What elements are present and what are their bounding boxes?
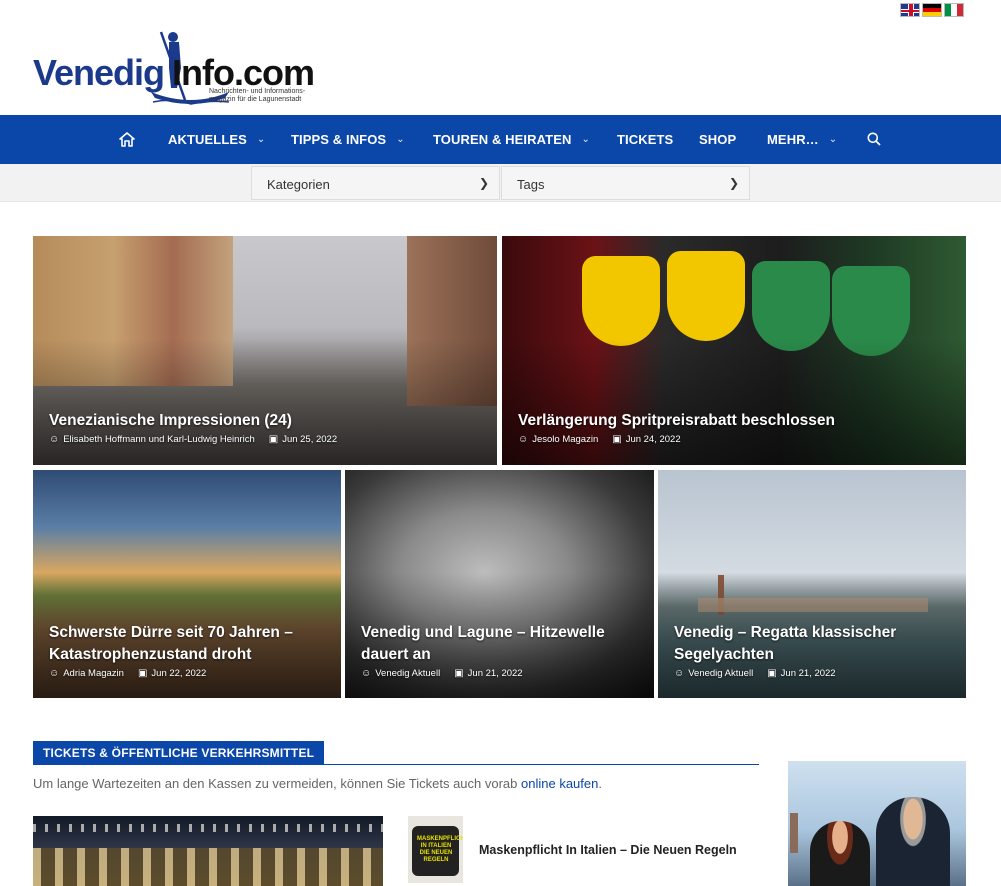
nav-label: TIPPS & INFOS bbox=[291, 132, 387, 147]
site-logo[interactable]: Venedig Info.com Nachrichten- und Informa… bbox=[33, 30, 328, 108]
calendar-icon: ▣ bbox=[767, 668, 777, 679]
user-icon: ☺ bbox=[49, 434, 60, 445]
chevron-down-icon: ❯ bbox=[478, 176, 489, 190]
nav-item-tickets[interactable]: TICKETS bbox=[617, 132, 673, 147]
article-meta: ☺ Adria Magazin ▣ Jun 22, 2022 bbox=[49, 668, 206, 679]
article-date: Jun 24, 2022 bbox=[625, 434, 681, 445]
article-title-line: Katastrophenzustand droht bbox=[49, 646, 252, 663]
featured-card[interactable]: Venedig und Lagune – Hitzewelle dauert a… bbox=[345, 470, 654, 698]
calendar-icon: ▣ bbox=[137, 668, 148, 679]
nav-label: AKTUELLES bbox=[168, 132, 247, 147]
featured-card[interactable]: Venedig – Regatta klassischer Segelyacht… bbox=[658, 470, 966, 698]
tagline-line-1: Nachrichten- und Informations- bbox=[209, 88, 306, 95]
featured-card[interactable]: Venezianische Impressionen (24) ☺ Elisabe… bbox=[33, 236, 497, 465]
article-date: Jun 21, 2022 bbox=[467, 668, 523, 679]
article-title[interactable]: Schwerste Dürre seit 70 Jahren – Katastr… bbox=[49, 622, 293, 666]
article-title[interactable]: Venedig und Lagune – Hitzewelle dauert a… bbox=[361, 622, 605, 666]
german-flag-icon[interactable] bbox=[922, 3, 942, 17]
article-title-line: Venedig – Regatta klassischer bbox=[674, 624, 897, 641]
calendar-icon: ▣ bbox=[268, 434, 279, 445]
chevron-down-icon: ⌄ bbox=[581, 134, 590, 145]
article-title-line: Venedig und Lagune – Hitzewelle bbox=[361, 624, 605, 641]
nav-item-tipps-infos[interactable]: TIPPS & INFOS ⌄ bbox=[291, 132, 405, 147]
logo-tagline: Nachrichten- und Informations- magazin f… bbox=[209, 88, 329, 104]
masks-article-thumbnail[interactable]: MASKENPFLICHT IN ITALIEN DIE NEUEN REGEL… bbox=[408, 816, 463, 883]
article-meta: ☺ Elisabeth Hoffmann und Karl-Ludwig Hein… bbox=[49, 434, 337, 445]
online-kaufen-link[interactable]: online kaufen bbox=[521, 776, 598, 791]
logo-name: Venedig bbox=[33, 52, 165, 93]
intro-end: . bbox=[598, 776, 602, 791]
logo-domain: Info.com bbox=[172, 52, 315, 93]
article-author[interactable]: Elisabeth Hoffmann und Karl-Ludwig Heinr… bbox=[63, 434, 255, 445]
article-meta: ☺ Venedig Aktuell ▣ Jun 21, 2022 bbox=[674, 668, 836, 679]
nav-item-mehr[interactable]: MEHR… ⌄ bbox=[767, 132, 837, 147]
article-title-line: dauert an bbox=[361, 646, 431, 663]
user-icon: ☺ bbox=[49, 668, 60, 679]
chevron-down-icon: ⌄ bbox=[396, 134, 405, 145]
article-title[interactable]: Venedig – Regatta klassischer Segelyacht… bbox=[674, 622, 896, 666]
search-icon[interactable] bbox=[867, 132, 881, 146]
user-icon: ☺ bbox=[361, 668, 372, 679]
featured-card[interactable]: Schwerste Dürre seit 70 Jahren – Katastr… bbox=[33, 470, 341, 698]
intro-text: Um lange Wartezeiten an den Kassen zu ve… bbox=[33, 776, 522, 791]
thumbnail-text-line: REGELN bbox=[423, 857, 449, 863]
section-intro: Um lange Wartezeiten an den Kassen zu ve… bbox=[33, 776, 602, 791]
thumbnail-text-line: IN ITALIEN bbox=[420, 843, 452, 849]
article-meta: ☺ Jesolo Magazin ▣ Jun 24, 2022 bbox=[518, 434, 681, 445]
filter-bar: Kategorien ❯ Tags ❯ bbox=[0, 164, 1001, 202]
article-author[interactable]: Jesolo Magazin bbox=[532, 434, 598, 445]
categories-select[interactable]: Kategorien ❯ bbox=[251, 166, 500, 200]
nav-label: MEHR… bbox=[767, 132, 819, 147]
thumbnail-text-line: MASKENPFLICHT bbox=[417, 836, 463, 842]
italian-flag-icon[interactable] bbox=[944, 3, 964, 17]
article-title[interactable]: Venezianische Impressionen (24) bbox=[49, 410, 292, 432]
chevron-down-icon: ⌄ bbox=[828, 134, 838, 145]
categories-select-label: Kategorien bbox=[267, 177, 330, 192]
nav-item-shop[interactable]: SHOP bbox=[699, 132, 736, 147]
section-title: TICKETS & ÖFFENTLICHE VERKEHRSMITTEL bbox=[33, 741, 325, 765]
article-date: Jun 21, 2022 bbox=[780, 668, 836, 679]
article-title[interactable]: Verlängerung Spritpreisrabatt beschlosse… bbox=[518, 410, 835, 432]
article-author[interactable]: Adria Magazin bbox=[63, 668, 124, 679]
tags-select-label: Tags bbox=[517, 177, 545, 192]
section-header: TICKETS & ÖFFENTLICHE VERKEHRSMITTEL bbox=[33, 741, 759, 765]
article-title-line: Segelyachten bbox=[674, 646, 774, 663]
thumbnail-text: MASKENPFLICHT IN ITALIEN DIE NEUEN REGEL… bbox=[417, 836, 463, 864]
article-meta: ☺ Venedig Aktuell ▣ Jun 21, 2022 bbox=[361, 668, 523, 679]
nav-label: SHOP bbox=[699, 132, 737, 147]
main-navigation: AKTUELLES ⌄ TIPPS & INFOS ⌄ TOUREN & HEIRA… bbox=[0, 115, 1001, 164]
article-date: Jun 25, 2022 bbox=[282, 434, 338, 445]
nav-label: TOUREN & HEIRATEN bbox=[433, 132, 572, 147]
nav-item-aktuelles[interactable]: AKTUELLES ⌄ bbox=[168, 132, 265, 147]
article-author[interactable]: Venedig Aktuell bbox=[375, 668, 440, 679]
user-icon: ☺ bbox=[518, 434, 529, 445]
home-icon[interactable] bbox=[119, 132, 135, 147]
nav-item-touren-heiraten[interactable]: TOUREN & HEIRATEN ⌄ bbox=[433, 132, 590, 147]
chevron-down-icon: ⌄ bbox=[256, 134, 266, 145]
article-author[interactable]: Venedig Aktuell bbox=[688, 668, 753, 679]
masks-article-title[interactable]: Maskenpflicht In Italien – Die Neuen Reg… bbox=[479, 843, 737, 857]
authors-photo bbox=[788, 761, 966, 886]
tags-select[interactable]: Tags ❯ bbox=[501, 166, 750, 200]
uk-flag-icon[interactable] bbox=[900, 3, 920, 17]
chevron-down-icon: ❯ bbox=[728, 176, 739, 190]
language-switcher bbox=[900, 3, 964, 17]
thumbnail-text-line: DIE NEUEN bbox=[419, 850, 453, 856]
tagline-line-2: magazin für die Lagunenstadt bbox=[209, 96, 302, 103]
calendar-icon: ▣ bbox=[454, 668, 464, 679]
nav-label: TICKETS bbox=[617, 132, 674, 147]
featured-card[interactable]: Verlängerung Spritpreisrabatt beschlosse… bbox=[502, 236, 966, 465]
user-icon: ☺ bbox=[674, 668, 685, 679]
article-date: Jun 22, 2022 bbox=[151, 668, 207, 679]
article-title-line: Schwerste Dürre seit 70 Jahren – bbox=[49, 624, 293, 641]
tickets-article-image[interactable] bbox=[33, 816, 383, 886]
calendar-icon: ▣ bbox=[612, 434, 622, 445]
